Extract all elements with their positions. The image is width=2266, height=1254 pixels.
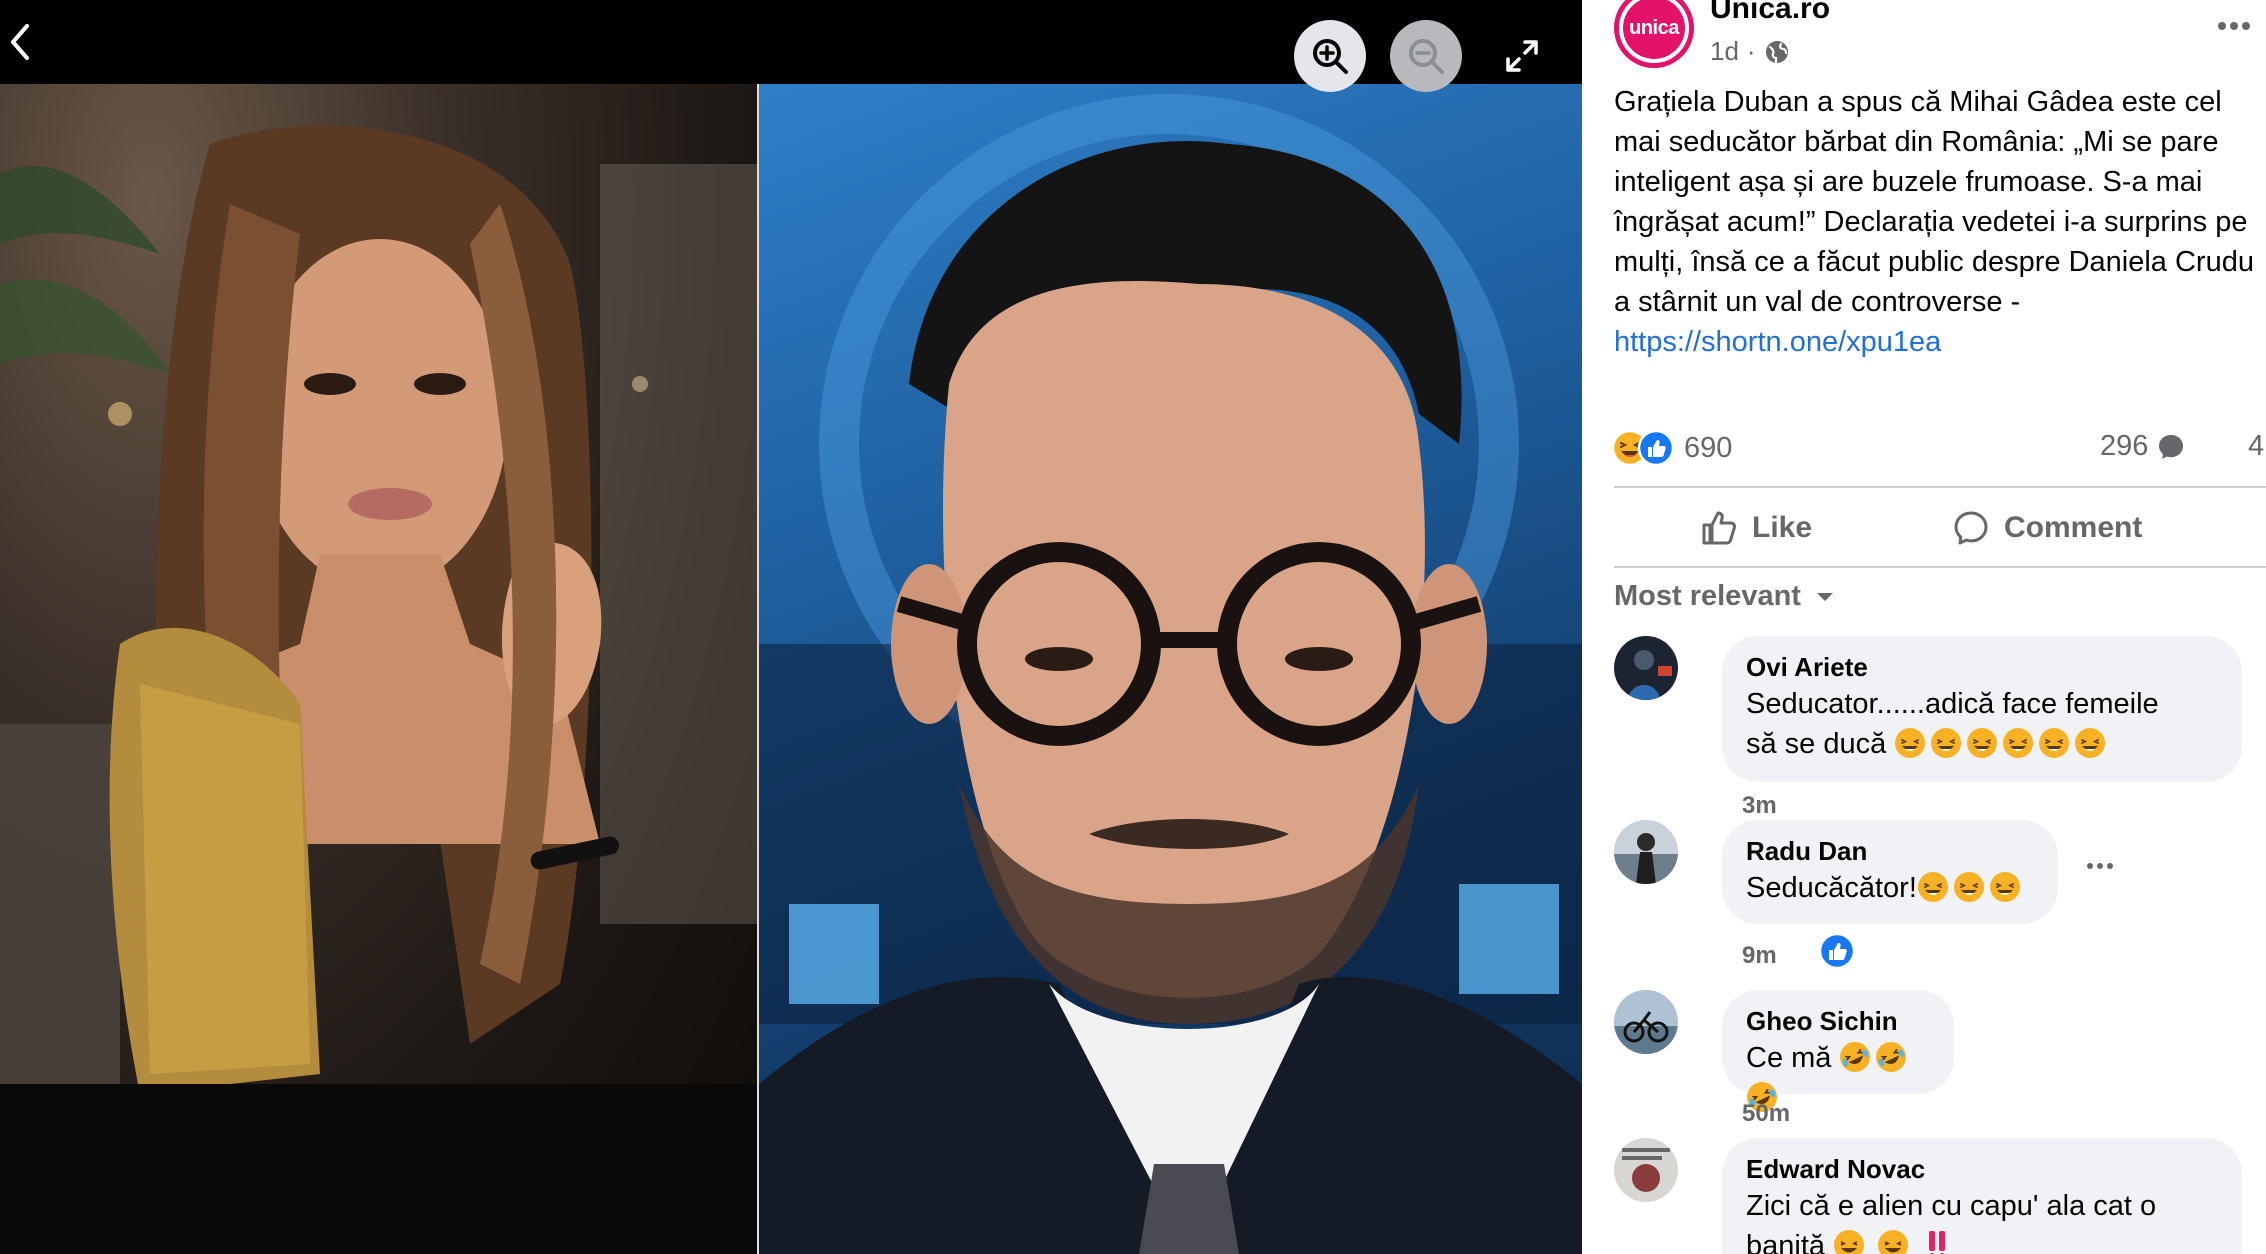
back-button[interactable]	[0, 14, 40, 70]
comment-item: Radu Dan Seducăcător! 9m	[1614, 820, 2266, 970]
commenter-avatar[interactable]	[1614, 636, 1678, 700]
grinning-emoji-row	[1894, 728, 2110, 760]
grinning-emoji	[1834, 1230, 1865, 1254]
post-link[interactable]: https://shortn.one/xpu1ea	[1614, 326, 1941, 358]
grinning-emoji	[1953, 872, 1984, 902]
page-avatar[interactable]: unica	[1614, 0, 1694, 68]
meta-separator: ·	[1746, 36, 1756, 66]
post-message: Grațiela Duban a spus că Mihai Gâdea est…	[1614, 82, 2254, 362]
grinning-emoji	[2039, 728, 2070, 758]
commenter-avatar[interactable]	[1614, 990, 1678, 1054]
post-message-text: Grațiela Duban a spus că Mihai Gâdea est…	[1614, 86, 2254, 318]
post-meta: 1d ·	[1710, 36, 1790, 67]
comment-time[interactable]: 3m	[1742, 792, 1777, 820]
divider-bottom	[1614, 566, 2266, 568]
share-count: 4	[2248, 430, 2265, 462]
post-side-panel: unica Unica.ro 1d · Grațiela Duban a spu…	[1582, 0, 2266, 1254]
grinning-emoji	[1931, 728, 1962, 758]
more-options-button[interactable]	[2214, 6, 2254, 46]
grinning-emoji	[2003, 728, 2034, 758]
share-count-link[interactable]: 4	[2248, 430, 2266, 463]
zoom-out-icon	[1409, 39, 1444, 74]
like-reaction-icon	[1637, 429, 1675, 467]
comment-author[interactable]: Ovi Ariete	[1746, 650, 2218, 684]
comment-button-label: Comment	[2004, 511, 2143, 544]
grinning-emoji	[1895, 728, 1926, 758]
comment-count: 296	[2100, 430, 2149, 462]
post-timestamp[interactable]: 1d	[1710, 36, 1739, 67]
comment-author[interactable]: Edward Novac	[1746, 1152, 2218, 1186]
zoom-out-button[interactable]	[1390, 20, 1462, 92]
comment-text-line2: baniță	[1746, 1226, 2218, 1254]
comment-text: Seducator......adică face femeile	[1746, 688, 2159, 720]
comment-text: Zici că e alien cu capu' ala cat o	[1746, 1190, 2157, 1222]
grinning-emoji	[1989, 872, 2020, 902]
woman-portrait-image	[0, 125, 757, 1254]
grinning-emoji	[2075, 728, 2106, 758]
man-portrait-image	[759, 94, 1582, 1254]
comment-count-link[interactable]: 296	[2100, 430, 2186, 463]
globe-icon[interactable]	[1764, 39, 1790, 65]
comment-sort-selector[interactable]: Most relevant	[1614, 580, 1835, 613]
page-name-link[interactable]: Unica.ro	[1710, 0, 1830, 26]
reaction-icons[interactable]	[1612, 428, 1676, 468]
comment-more-button[interactable]	[2080, 856, 2120, 876]
divider-top	[1614, 486, 2266, 488]
comment-bubble: Radu Dan Seducăcător!	[1722, 820, 2058, 924]
comment-count-icon	[2159, 434, 2184, 459]
comment-text: Seducăcător!	[1746, 868, 2034, 908]
grinning-emoji	[1917, 872, 1948, 902]
caret-down-icon	[1816, 592, 1833, 601]
grinning-emoji-row	[1917, 872, 2025, 904]
zoom-in-button[interactable]	[1294, 20, 1366, 92]
comment-text-line2: să se ducă	[1746, 724, 2218, 764]
comment-bubble-icon	[1954, 511, 1988, 545]
page-avatar-logo: unica	[1623, 0, 1685, 59]
comment-bubble: Edward Novac Zici că e alien cu capu' al…	[1722, 1138, 2242, 1254]
comment-time[interactable]: 9m	[1742, 942, 1777, 970]
comment-author[interactable]: Gheo Sichin	[1746, 1004, 1930, 1038]
comment-item: Gheo Sichin Ce mă 50m	[1614, 990, 2266, 1130]
post-action-bar: Like Comment	[1614, 490, 2266, 566]
like-button[interactable]: Like	[1700, 498, 1812, 558]
zoom-in-icon	[1313, 39, 1348, 74]
rolling-laughing-emoji	[1840, 1042, 1871, 1072]
comment-bubble: Gheo Sichin Ce mă	[1722, 990, 1954, 1112]
sort-label: Most relevant	[1614, 580, 1801, 612]
thumbs-up-icon	[1702, 511, 1736, 545]
commenter-avatar[interactable]	[1614, 1138, 1678, 1202]
reaction-count[interactable]: 690	[1684, 432, 1732, 465]
comment-time[interactable]: 50m	[1742, 1100, 1790, 1128]
like-reaction-icon[interactable]	[1818, 932, 1856, 970]
more-horizontal-icon	[2087, 863, 2113, 869]
comment-author[interactable]: Radu Dan	[1746, 834, 2034, 868]
comment-button[interactable]: Comment	[1952, 498, 2142, 558]
commenter-avatar[interactable]	[1614, 820, 1678, 884]
post-photo	[0, 84, 1582, 1254]
photo-left-portrait	[0, 84, 757, 1254]
rolling-laughing-emoji	[1876, 1042, 1907, 1072]
like-button-label: Like	[1752, 511, 1813, 544]
fullscreen-icon	[1506, 40, 1538, 72]
chevron-left-icon	[11, 24, 29, 60]
reactions-summary: 690 296 4	[1612, 424, 2266, 474]
comment-item: Ovi Ariete Seducator......adică face fem…	[1614, 636, 2266, 819]
photo-right-portrait	[759, 84, 1582, 1254]
comment-item: Edward Novac Zici că e alien cu capu' al…	[1614, 1138, 2266, 1254]
double-exclamation-icon	[1929, 1231, 1946, 1254]
photo-viewer	[0, 0, 1582, 1254]
more-horizontal-icon	[2218, 22, 2250, 30]
comment-bubble: Ovi Ariete Seducator......adică face fem…	[1722, 636, 2242, 782]
grinning-emoji	[1878, 1230, 1909, 1254]
grinning-emoji	[1967, 728, 1998, 758]
fullscreen-button[interactable]	[1486, 20, 1558, 92]
